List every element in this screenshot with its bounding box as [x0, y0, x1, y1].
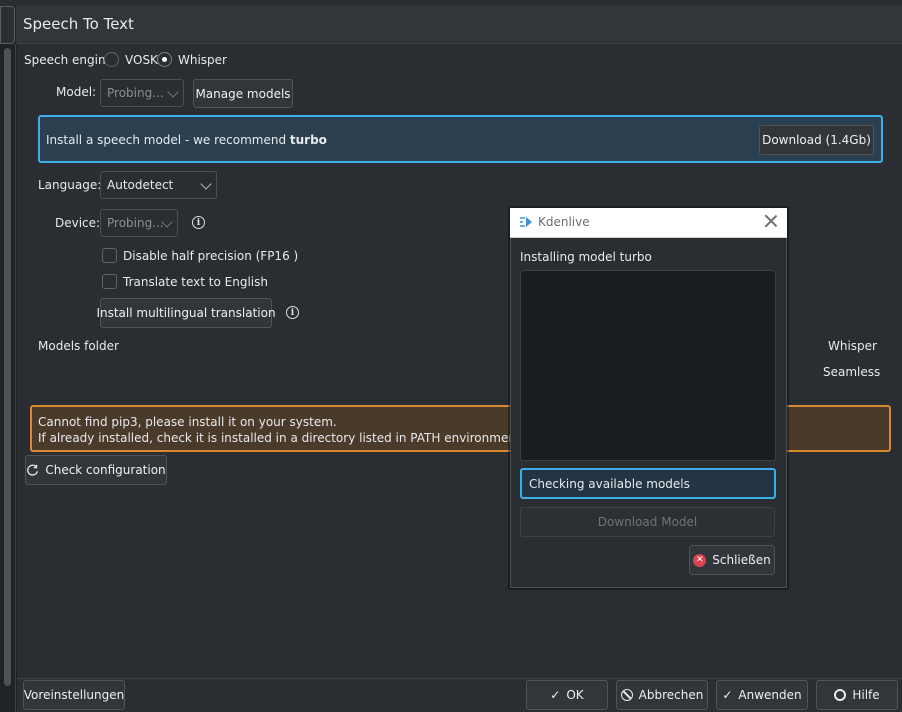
- device-select-value: Probing...: [107, 216, 164, 230]
- multilingual-info-icon[interactable]: i: [286, 306, 299, 319]
- model-label: Model:: [56, 85, 97, 99]
- panel-header: [16, 6, 902, 44]
- install-log[interactable]: [520, 270, 776, 461]
- install-banner-text: Install a speech model - we recommend tu…: [46, 133, 327, 147]
- error-line-1: Cannot find pip3, please install it on y…: [38, 415, 337, 429]
- device-select[interactable]: Probing...: [100, 209, 178, 237]
- download-model-button[interactable]: Download (1.4Gb): [759, 125, 874, 155]
- radio-whisper-label: Whisper: [178, 53, 227, 67]
- cancel-icon: [620, 689, 633, 701]
- manage-models-button[interactable]: Manage models: [193, 79, 293, 108]
- whisper-folder-link[interactable]: Whisper: [828, 339, 877, 353]
- device-info-icon[interactable]: i: [192, 216, 205, 229]
- radio-vosk-label: VOSK: [125, 53, 158, 67]
- language-select-value: Autodetect: [107, 178, 174, 192]
- models-folder-label: Models folder: [38, 339, 119, 353]
- close-circle-icon: ✕: [693, 553, 707, 567]
- language-select[interactable]: Autodetect: [100, 171, 217, 199]
- lifebuoy-icon: [834, 689, 847, 701]
- refresh-icon: [27, 464, 39, 476]
- side-tab[interactable]: [0, 6, 15, 44]
- ok-button[interactable]: ✓ OK: [526, 680, 608, 710]
- close-icon[interactable]: [763, 213, 779, 229]
- close-dialog-button[interactable]: ✕ Schließen: [689, 545, 775, 575]
- defaults-button[interactable]: Voreinstellungen: [23, 680, 125, 710]
- radio-vosk[interactable]: [104, 52, 119, 67]
- device-label: Device:: [55, 216, 101, 230]
- chevron-down-icon: [167, 86, 179, 98]
- model-select[interactable]: Probing...: [100, 79, 184, 107]
- translate-label: Translate text to English: [123, 275, 268, 289]
- check-configuration-label: Check configuration: [45, 463, 166, 477]
- recommended-model: turbo: [289, 133, 327, 147]
- help-button[interactable]: Hilfe: [816, 680, 898, 710]
- fp16-checkbox[interactable]: [102, 248, 117, 263]
- dialog-heading: Installing model turbo: [520, 250, 652, 264]
- error-line-2: If already installed, check it is instal…: [38, 431, 573, 445]
- status-text: Checking available models: [529, 476, 690, 491]
- download-model-button-disabled[interactable]: Download Model: [520, 507, 775, 537]
- fp16-label: Disable half precision (FP16 ): [123, 249, 299, 263]
- check-configuration-button[interactable]: Check configuration: [25, 455, 167, 485]
- dialog-title: Kdenlive: [538, 215, 590, 229]
- chevron-down-icon: [200, 178, 212, 190]
- model-select-value: Probing...: [107, 86, 164, 100]
- scrollbar[interactable]: [4, 48, 11, 686]
- translate-checkbox[interactable]: [102, 274, 117, 289]
- seamless-folder-link[interactable]: Seamless: [823, 365, 880, 379]
- install-multilingual-button[interactable]: Install multilingual translation: [96, 298, 276, 328]
- kdenlive-logo-icon: [520, 217, 532, 227]
- language-label: Language:: [38, 178, 102, 192]
- apply-button[interactable]: ✓ Anwenden: [716, 680, 808, 710]
- speech-engine-label: Speech engine: [24, 53, 113, 67]
- check-icon: ✓: [722, 688, 733, 702]
- check-icon: ✓: [550, 688, 561, 702]
- cancel-button[interactable]: Abbrechen: [616, 680, 708, 710]
- status-field[interactable]: Checking available models: [520, 468, 776, 499]
- page-title: Speech To Text: [23, 15, 134, 33]
- radio-whisper[interactable]: [157, 52, 172, 67]
